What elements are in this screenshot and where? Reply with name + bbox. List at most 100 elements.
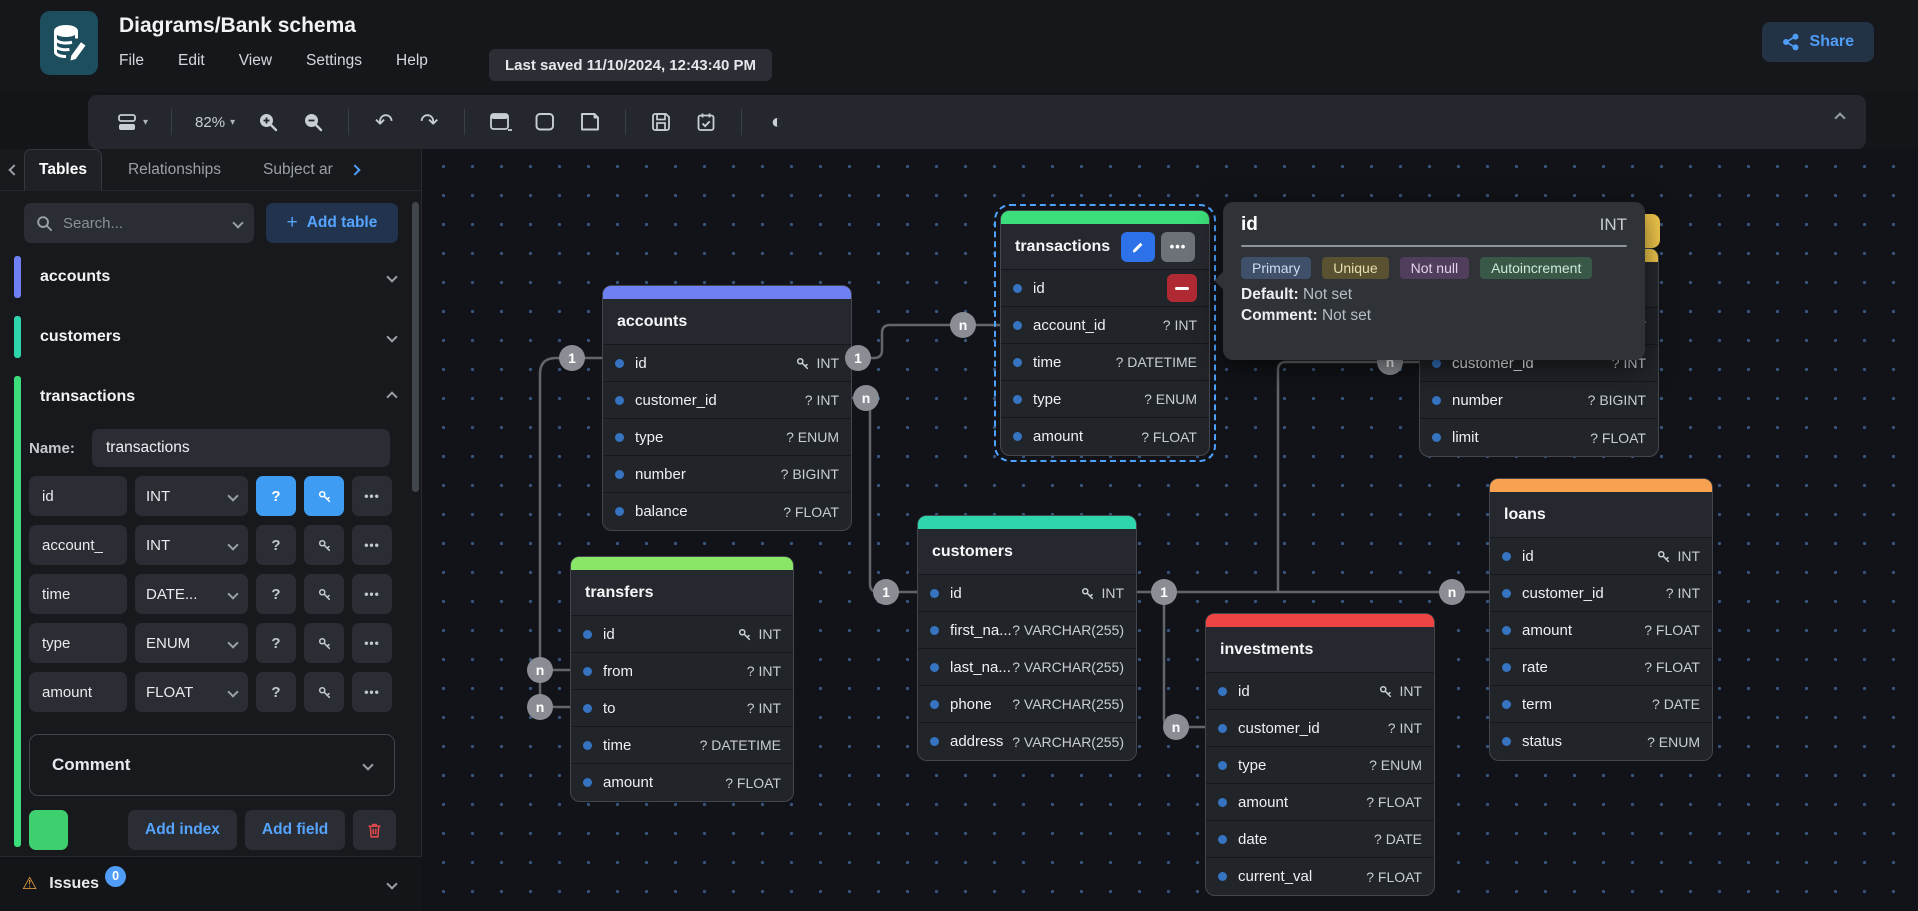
table-title-row[interactable]: transfers	[571, 570, 793, 616]
table-color-swatch[interactable]	[29, 810, 68, 850]
table-field-current_val[interactable]: current_val? FLOAT	[1206, 858, 1434, 895]
tab-subject-areas[interactable]: Subject ar	[249, 149, 335, 191]
field-primary-key-toggle[interactable]	[304, 476, 344, 516]
table-field-type[interactable]: type? ENUM	[1001, 381, 1209, 418]
table-field-status[interactable]: status? ENUM	[1490, 723, 1712, 760]
field-nullable-toggle[interactable]: ?	[256, 672, 296, 712]
table-field-id[interactable]: idINT	[603, 345, 851, 382]
field-name-input[interactable]: time	[29, 574, 127, 614]
field-more-button[interactable]: •••	[352, 476, 392, 516]
field-primary-key-toggle[interactable]	[304, 623, 344, 663]
add-table-tool-button[interactable]	[482, 104, 518, 140]
field-nullable-toggle[interactable]: ?	[256, 574, 296, 614]
layout-button[interactable]: ▾	[110, 104, 154, 140]
table-field-id[interactable]: idINT	[918, 575, 1136, 612]
add-index-button[interactable]: Add index	[128, 810, 237, 850]
menu-edit[interactable]: Edit	[178, 52, 205, 70]
field-type-select[interactable]: DATE...	[135, 574, 248, 614]
issues-bar[interactable]: ⚠ Issues 0	[0, 856, 422, 911]
diagram-canvas[interactable]: accounts idINT customer_id? INT type? EN…	[422, 149, 1918, 911]
table-field-account_id[interactable]: account_id? INT	[1001, 307, 1209, 344]
field-primary-key-toggle[interactable]	[304, 525, 344, 565]
diagram-table-investments[interactable]: investments idINT customer_id? INT type?…	[1205, 613, 1435, 896]
diagram-table-transactions[interactable]: transactions ••• id account_id? INT time…	[1000, 210, 1210, 456]
diagram-table-accounts[interactable]: accounts idINT customer_id? INT type? EN…	[602, 285, 852, 531]
field-name-input[interactable]: account_	[29, 525, 127, 565]
edit-table-button[interactable]	[1121, 232, 1155, 262]
table-field-id[interactable]: idINT	[571, 616, 793, 653]
diagram-table-transfers[interactable]: transfers idINT from? INT to? INT time? …	[570, 556, 794, 802]
zoom-out-button[interactable]	[295, 104, 331, 140]
field-more-button[interactable]: •••	[352, 672, 392, 712]
zoom-in-button[interactable]	[250, 104, 286, 140]
field-nullable-toggle[interactable]: ?	[256, 623, 296, 663]
table-field-amount[interactable]: amount? FLOAT	[1001, 418, 1209, 455]
table-more-button[interactable]: •••	[1161, 232, 1195, 262]
table-field-balance[interactable]: balance? FLOAT	[603, 493, 851, 530]
tabs-scroll-left-icon[interactable]	[8, 164, 19, 175]
table-field-limit[interactable]: limit? FLOAT	[1420, 419, 1658, 456]
table-title-row[interactable]: customers	[918, 529, 1136, 575]
comment-section[interactable]: Comment	[29, 734, 395, 796]
field-type-select[interactable]: ENUM	[135, 623, 248, 663]
menu-view[interactable]: View	[239, 52, 272, 70]
field-more-button[interactable]: •••	[352, 525, 392, 565]
diagram-table-loans[interactable]: loans idINT customer_id? INT amount? FLO…	[1489, 478, 1713, 761]
menu-settings[interactable]: Settings	[306, 52, 362, 70]
diagram-table-customers[interactable]: customers idINT first_na...? VARCHAR(255…	[917, 515, 1137, 761]
field-primary-key-toggle[interactable]	[304, 672, 344, 712]
todo-button[interactable]	[688, 104, 724, 140]
field-type-select[interactable]: INT	[135, 476, 248, 516]
table-field-customer_id[interactable]: customer_id? INT	[1490, 575, 1712, 612]
field-name-input[interactable]: id	[29, 476, 127, 516]
table-field-number[interactable]: number? BIGINT	[603, 456, 851, 493]
table-field-amount[interactable]: amount? FLOAT	[1490, 612, 1712, 649]
table-field-date[interactable]: date? DATE	[1206, 821, 1434, 858]
delete-field-button[interactable]	[1167, 274, 1197, 302]
field-nullable-toggle[interactable]: ?	[256, 476, 296, 516]
table-title-row[interactable]: transactions •••	[1001, 224, 1209, 270]
table-field-id[interactable]: idINT	[1490, 538, 1712, 575]
add-note-button[interactable]	[572, 104, 608, 140]
table-field-amount[interactable]: amount? FLOAT	[1206, 784, 1434, 821]
table-title-row[interactable]: loans	[1490, 492, 1712, 538]
add-table-button[interactable]: + Add table	[266, 203, 398, 243]
table-field-customer_id[interactable]: customer_id? INT	[1206, 710, 1434, 747]
redo-button[interactable]: ↷	[411, 104, 447, 140]
tabs-scroll-right-icon[interactable]	[349, 164, 360, 175]
field-nullable-toggle[interactable]: ?	[256, 525, 296, 565]
table-field-phone[interactable]: phone? VARCHAR(255)	[918, 686, 1136, 723]
table-field-amount[interactable]: amount? FLOAT	[571, 764, 793, 801]
table-field-rate[interactable]: rate? FLOAT	[1490, 649, 1712, 686]
table-title-row[interactable]: investments	[1206, 627, 1434, 673]
menu-file[interactable]: File	[119, 52, 144, 70]
field-primary-key-toggle[interactable]	[304, 574, 344, 614]
add-area-button[interactable]	[527, 104, 563, 140]
table-name-input[interactable]: transactions	[92, 429, 390, 467]
table-field-address[interactable]: address? VARCHAR(255)	[918, 723, 1136, 760]
table-field-id[interactable]: id	[1001, 270, 1209, 307]
share-button[interactable]: Share	[1762, 22, 1874, 62]
delete-table-button[interactable]	[353, 810, 396, 850]
table-field-number[interactable]: number? BIGINT	[1420, 382, 1658, 419]
zoom-level-dropdown[interactable]: 82% ▾	[189, 104, 241, 140]
table-field-type[interactable]: type? ENUM	[1206, 747, 1434, 784]
field-name-input[interactable]: type	[29, 623, 127, 663]
table-field-type[interactable]: type? ENUM	[603, 419, 851, 456]
chevron-down-icon[interactable]	[386, 878, 397, 889]
table-field-from[interactable]: from? INT	[571, 653, 793, 690]
field-more-button[interactable]: •••	[352, 574, 392, 614]
save-button[interactable]	[643, 104, 679, 140]
table-field-time[interactable]: time? DATETIME	[1001, 344, 1209, 381]
table-field-last_na...[interactable]: last_na...? VARCHAR(255)	[918, 649, 1136, 686]
theme-toggle-button[interactable]: ◐	[759, 104, 795, 140]
table-field-customer_id[interactable]: customer_id? INT	[603, 382, 851, 419]
chevron-down-icon[interactable]	[232, 217, 243, 228]
table-title-row[interactable]: accounts	[603, 299, 851, 345]
field-more-button[interactable]: •••	[352, 623, 392, 663]
accordion-header-customers[interactable]: customers	[0, 313, 422, 361]
app-logo[interactable]	[40, 11, 98, 75]
table-field-term[interactable]: term? DATE	[1490, 686, 1712, 723]
table-field-to[interactable]: to? INT	[571, 690, 793, 727]
table-field-first_na...[interactable]: first_na...? VARCHAR(255)	[918, 612, 1136, 649]
